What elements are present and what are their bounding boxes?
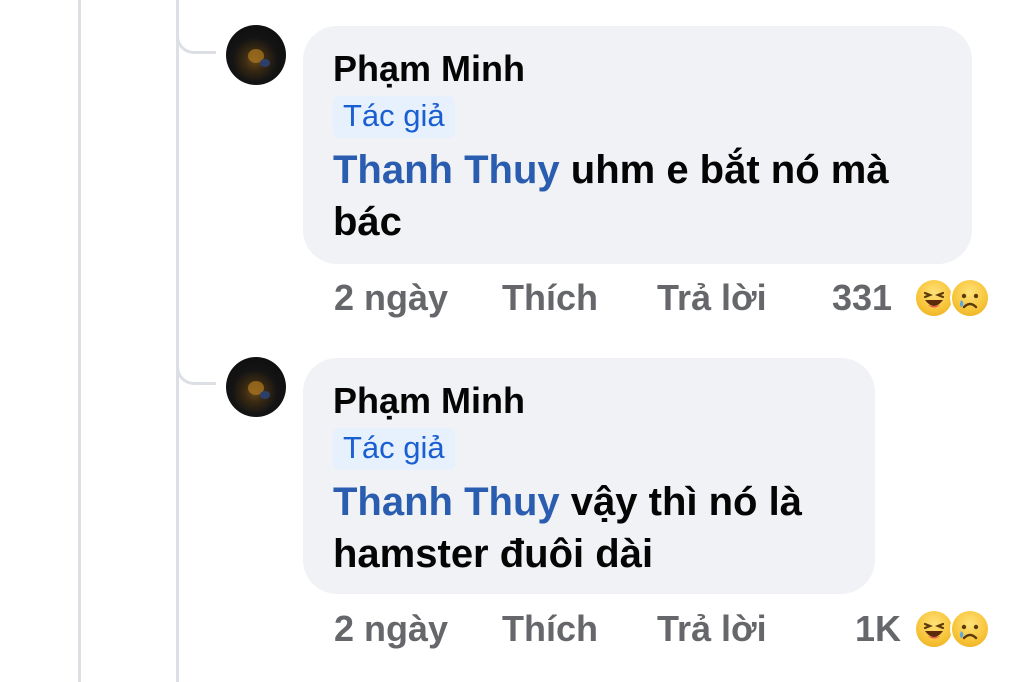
- reaction-summary[interactable]: 331: [832, 276, 1002, 320]
- comment-author[interactable]: Phạm Minh: [333, 48, 942, 90]
- reply-button[interactable]: Trả lời: [657, 278, 767, 318]
- reaction-count: 1K: [855, 608, 902, 649]
- thread-line-inner: [176, 0, 179, 682]
- author-badge: Tác giả: [333, 428, 455, 470]
- like-button[interactable]: Thích: [502, 278, 598, 318]
- mention-link[interactable]: Thanh Thuy: [333, 480, 560, 524]
- like-button[interactable]: Thích: [502, 609, 598, 649]
- thread-line-outer: [78, 0, 81, 682]
- avatar[interactable]: [226, 25, 286, 85]
- reply-button[interactable]: Trả lời: [657, 609, 767, 649]
- comment-author[interactable]: Phạm Minh: [333, 380, 845, 422]
- haha-icon: [914, 278, 954, 318]
- sad-icon: [950, 609, 990, 649]
- mention-link[interactable]: Thanh Thuy: [333, 148, 560, 192]
- haha-icon: [914, 609, 954, 649]
- comment-thread: Phạm Minh Tác giả Thanh Thuy uhm e bắt n…: [0, 0, 1024, 682]
- comment-text: Thanh Thuy uhm e bắt nó mà bác: [333, 144, 942, 248]
- comment-text: Thanh Thuy vậy thì nó là hamster đuôi dà…: [333, 476, 845, 580]
- reply-connector: [176, 24, 216, 54]
- comment-bubble: Phạm Minh Tác giả Thanh Thuy uhm e bắt n…: [303, 26, 972, 264]
- author-badge: Tác giả: [333, 96, 455, 138]
- comment-timestamp[interactable]: 2 ngày: [334, 278, 448, 318]
- reaction-count: 331: [832, 277, 893, 318]
- sad-icon: [950, 278, 990, 318]
- avatar[interactable]: [226, 357, 286, 417]
- comment-timestamp[interactable]: 2 ngày: [334, 609, 448, 649]
- reply-connector: [176, 355, 216, 385]
- reaction-summary[interactable]: 1K: [855, 607, 1005, 651]
- comment-bubble: Phạm Minh Tác giả Thanh Thuy vậy thì nó …: [303, 358, 875, 594]
